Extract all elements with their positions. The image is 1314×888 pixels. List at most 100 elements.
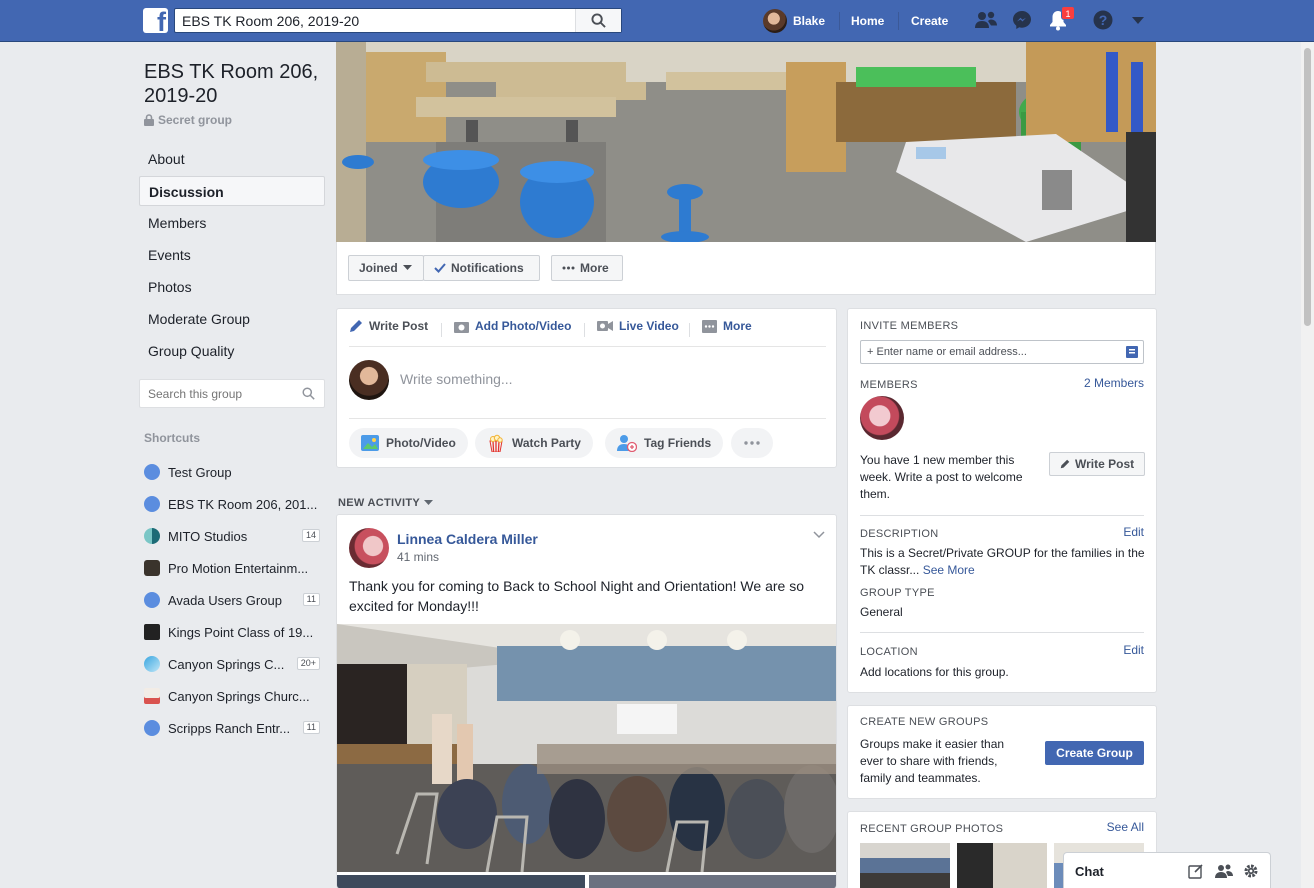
photo-icon: [361, 435, 379, 451]
edit-location-link[interactable]: Edit: [1123, 643, 1144, 657]
pencil-icon: [1060, 459, 1070, 469]
unread-count-badge: 11: [302, 593, 320, 606]
post-photo-thumbnail[interactable]: [337, 875, 585, 888]
welcome-write-post-button[interactable]: Write Post: [1049, 452, 1146, 476]
group-actions-bar: Joined Notifications More: [336, 242, 1156, 295]
home-link[interactable]: Home: [851, 14, 884, 28]
invite-members-input[interactable]: + Enter name or email address...: [867, 346, 1027, 358]
nav-group-quality[interactable]: Group Quality: [139, 336, 325, 366]
chevron-down-icon: [424, 500, 434, 505]
shortcut-item[interactable]: Kings Point Class of 19...: [144, 616, 324, 648]
shortcut-item[interactable]: Canyon Springs Churc...: [144, 680, 324, 712]
contacts-icon[interactable]: [1215, 863, 1233, 879]
profile-link[interactable]: Blake: [793, 14, 825, 28]
location-text: Add locations for this group.: [860, 665, 1009, 679]
nav-about[interactable]: About: [139, 144, 325, 174]
create-groups-panel: CREATE NEW GROUPS Groups make it easier …: [847, 705, 1157, 799]
address-book-icon[interactable]: [1126, 346, 1138, 358]
post-text: Thank you for coming to Back to School N…: [349, 578, 804, 614]
invite-input-box: + Enter name or email address...: [860, 340, 1144, 364]
facebook-logo[interactable]: f: [143, 8, 168, 33]
page-scrollbar-thumb[interactable]: [1304, 48, 1311, 326]
add-photo-video-tab[interactable]: Add Photo/Video: [454, 319, 571, 333]
invite-members-heading: INVITE MEMBERS: [860, 320, 959, 332]
post-author-avatar[interactable]: [349, 528, 389, 568]
divider: [584, 323, 585, 337]
shortcut-item[interactable]: Scripps Ranch Entr... 11: [144, 712, 324, 744]
member-avatar[interactable]: [860, 396, 904, 440]
notification-count-badge: 1: [1061, 6, 1075, 20]
shortcut-item[interactable]: Canyon Springs C... 20+: [144, 648, 324, 680]
see-more-link[interactable]: See More: [923, 563, 975, 577]
group-search-input[interactable]: [140, 380, 290, 407]
nav-members[interactable]: Members: [139, 208, 325, 238]
notifications-button[interactable]: Notifications: [423, 255, 540, 281]
post-timestamp[interactable]: 41 mins: [397, 550, 439, 564]
account-menu-chevron-down-icon[interactable]: [1132, 17, 1144, 25]
recent-photo-thumbnail[interactable]: [957, 843, 1047, 888]
top-navigation-bar: f Blake Home Create 1 ?: [0, 0, 1314, 42]
compose-message-icon[interactable]: [1188, 863, 1204, 879]
edit-description-link[interactable]: Edit: [1123, 525, 1144, 539]
unread-count-badge: 14: [301, 529, 320, 542]
messenger-icon[interactable]: [1012, 10, 1032, 30]
search-icon[interactable]: [302, 387, 315, 400]
chat-settings-gear-icon[interactable]: [1243, 863, 1259, 879]
shortcut-item[interactable]: Test Group: [144, 456, 324, 488]
help-icon[interactable]: ?: [1093, 10, 1113, 30]
divider: [898, 12, 899, 30]
create-link[interactable]: Create: [911, 14, 948, 28]
user-avatar[interactable]: [763, 9, 787, 33]
post-photo[interactable]: [337, 624, 836, 872]
nav-moderate-group[interactable]: Moderate Group: [139, 304, 325, 334]
write-post-tab[interactable]: Write Post: [349, 319, 428, 333]
new-activity-sort[interactable]: NEW ACTIVITY: [338, 497, 434, 509]
description-block: This is a Secret/Private GROUP for the f…: [860, 545, 1150, 579]
watch-party-pill[interactable]: Watch Party: [475, 428, 593, 458]
photo-video-pill[interactable]: Photo/Video: [349, 428, 468, 458]
post-composer: Write Post Add Photo/Video Live Video Mo…: [336, 308, 837, 468]
search-icon: [591, 13, 606, 28]
shortcut-item[interactable]: Avada Users Group 11: [144, 584, 324, 616]
group-icon: [144, 496, 160, 512]
search-button[interactable]: [575, 9, 621, 32]
joined-button[interactable]: Joined: [348, 255, 424, 281]
camera-icon: [454, 321, 469, 333]
tag-friends-pill[interactable]: Tag Friends: [605, 428, 724, 458]
more-options-pill[interactable]: [731, 428, 773, 458]
description-heading: DESCRIPTION: [860, 528, 939, 540]
group-title[interactable]: EBS TK Room 206, 2019-20: [144, 60, 324, 108]
global-search-input[interactable]: [175, 9, 575, 32]
live-video-tab[interactable]: Live Video: [597, 319, 679, 333]
feed-post: Linnea Caldera Miller 41 mins Thank you …: [336, 514, 837, 888]
group-navigation: About Discussion Members Events Photos M…: [139, 144, 325, 368]
global-search-box: [174, 8, 622, 33]
recent-photo-thumbnail[interactable]: [860, 843, 950, 888]
chat-bar[interactable]: Chat: [1063, 852, 1271, 888]
nav-photos[interactable]: Photos: [139, 272, 325, 302]
group-icon: [144, 464, 160, 480]
video-camera-icon: [597, 321, 613, 331]
see-all-link[interactable]: See All: [1107, 820, 1144, 834]
members-count-link[interactable]: 2 Members: [1084, 376, 1144, 390]
post-author-name[interactable]: Linnea Caldera Miller: [397, 531, 538, 547]
shortcut-item[interactable]: Pro Motion Entertainm...: [144, 552, 324, 584]
event-photo: [337, 624, 836, 872]
post-options-chevron-down-icon[interactable]: [813, 531, 825, 539]
new-member-text: You have 1 new member this week. Write a…: [860, 453, 1023, 501]
canyon-springs-icon: [144, 656, 160, 672]
divider: [349, 346, 826, 347]
svg-text:?: ?: [1099, 12, 1108, 28]
write-something-input[interactable]: Write something...: [400, 371, 513, 387]
create-group-button[interactable]: Create Group: [1045, 741, 1144, 765]
shortcut-item[interactable]: EBS TK Room 206, 201...: [144, 488, 324, 520]
nav-events[interactable]: Events: [139, 240, 325, 270]
group-cover-photo[interactable]: [336, 42, 1156, 242]
nav-discussion[interactable]: Discussion: [139, 176, 325, 206]
post-photo-thumbnail[interactable]: [589, 875, 836, 888]
friend-requests-icon[interactable]: [975, 10, 997, 30]
group-icon: [144, 720, 160, 736]
composer-more-tab[interactable]: More: [702, 319, 752, 333]
shortcut-item[interactable]: MITO Studios 14: [144, 520, 324, 552]
more-actions-button[interactable]: More: [551, 255, 623, 281]
